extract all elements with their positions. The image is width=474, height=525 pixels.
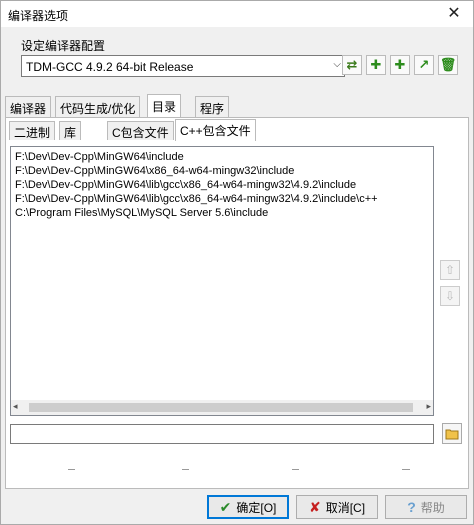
subtab-binaries[interactable]: 二进制	[9, 121, 56, 140]
cancel-button[interactable]: ✘ 取消[C]	[296, 495, 378, 519]
divider	[402, 469, 410, 470]
browse-folder-icon[interactable]	[442, 423, 462, 444]
help-label: 帮助	[420, 500, 445, 515]
subtab-c-includes[interactable]: C包含文件	[107, 121, 174, 140]
rename-icon[interactable]: ↗	[414, 55, 434, 75]
horizontal-scrollbar[interactable]: ◂ ▸	[11, 400, 433, 415]
close-button[interactable]: ✕	[439, 2, 469, 26]
list-item[interactable]: F:\Dev\Dev-Cpp\MinGW64\lib\gcc\x86_64-w6…	[15, 179, 356, 191]
add-icon[interactable]: ✚	[366, 55, 386, 75]
divider	[68, 469, 75, 470]
subtab-libraries[interactable]: 库	[59, 121, 82, 140]
tab-directories[interactable]: 目录	[147, 94, 182, 118]
list-item[interactable]: C:\Program Files\MySQL\MySQL Server 5.6\…	[15, 207, 268, 219]
cross-icon: ✘	[308, 498, 321, 515]
title-bar: 编译器选项 ✕	[1, 1, 473, 27]
help-icon: ?	[407, 499, 416, 515]
add-green-icon[interactable]: ✚	[390, 55, 410, 75]
compiler-options-window: 编译器选项 ✕ 设定编译器配置 TDM-GCC 4.9.2 64-bit Rel…	[0, 0, 474, 525]
ok-label: 确定[O]	[236, 500, 277, 515]
tab-programs[interactable]: 程序	[195, 96, 230, 117]
delete-icon[interactable]: 🗑	[438, 55, 458, 75]
move-up-icon[interactable]: ⇧	[440, 260, 460, 280]
compiler-set-select[interactable]: TDM-GCC 4.9.2 64-bit Release ⌵	[21, 55, 345, 77]
scroll-left-icon[interactable]: ◂	[13, 401, 18, 412]
subtab-cpp-includes[interactable]: C++包含文件	[175, 119, 256, 141]
compiler-set-label: 设定编译器配置	[21, 39, 106, 53]
list-item[interactable]: F:\Dev\Dev-Cpp\MinGW64\lib\gcc\x86_64-w6…	[15, 193, 378, 205]
directory-path-input[interactable]	[10, 424, 434, 444]
divider	[292, 469, 299, 470]
cancel-label: 取消[C]	[325, 500, 366, 515]
tab-codegen[interactable]: 代码生成/优化	[55, 96, 141, 117]
divider	[182, 469, 189, 470]
help-button[interactable]: ? 帮助	[385, 495, 467, 519]
chevron-down-icon: ⌵	[333, 59, 341, 70]
check-icon: ✔	[219, 498, 232, 515]
directories-panel: 二进制 库 C包含文件 C++包含文件 F:\Dev\Dev-Cpp\MinGW…	[5, 117, 469, 489]
ok-button[interactable]: ✔ 确定[O]	[207, 495, 289, 519]
move-down-icon[interactable]: ⇩	[440, 286, 460, 306]
list-item[interactable]: F:\Dev\Dev-Cpp\MinGW64\include	[15, 151, 184, 163]
tab-compiler[interactable]: 编译器	[5, 96, 52, 117]
include-directory-list[interactable]: F:\Dev\Dev-Cpp\MinGW64\include F:\Dev\De…	[10, 146, 434, 416]
window-title: 编译器选项	[8, 9, 69, 23]
swap-icon[interactable]: ⇄	[342, 55, 362, 75]
folder-icon	[445, 429, 459, 439]
list-item[interactable]: F:\Dev\Dev-Cpp\MinGW64\x86_64-w64-mingw3…	[15, 165, 294, 177]
scroll-thumb[interactable]	[29, 403, 413, 412]
compiler-set-value: TDM-GCC 4.9.2 64-bit Release	[26, 60, 194, 74]
scroll-right-icon[interactable]: ▸	[426, 401, 431, 412]
